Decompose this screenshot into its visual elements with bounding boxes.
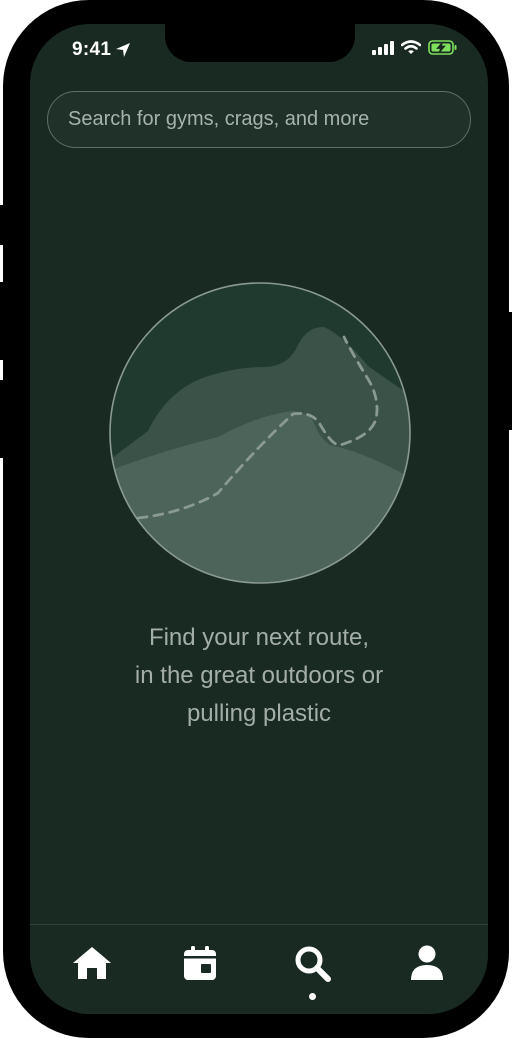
tab-home[interactable]	[65, 945, 119, 999]
phone-frame: 9:41 Search for gyms, crags, and more Fi…	[3, 0, 509, 1038]
profile-icon	[411, 945, 443, 980]
tab-profile[interactable]	[400, 945, 454, 999]
signal-icon	[372, 40, 394, 55]
status-icons	[372, 40, 458, 55]
message-line-3: pulling plastic	[186, 700, 332, 727]
tab-calendar[interactable]	[173, 945, 227, 999]
search-input[interactable]	[48, 92, 470, 147]
status-time: 9:41	[72, 39, 131, 61]
search-icon	[295, 946, 331, 982]
battery-charging-icon	[428, 40, 457, 55]
screen: 9:41 Search for gyms, crags, and more Fi…	[30, 24, 488, 1014]
mountain-route-illustration	[109, 282, 411, 584]
message-line-2: in the great outdoors or	[134, 662, 384, 689]
active-tab-indicator	[309, 993, 316, 1000]
home-icon	[73, 947, 111, 979]
message-line-1: Find your next route,	[148, 624, 370, 651]
location-arrow-icon	[116, 43, 131, 57]
tab-search[interactable]	[286, 945, 340, 999]
empty-state-message: Find your next route, in the great outdo…	[30, 619, 488, 733]
calendar-icon	[184, 946, 216, 980]
search-bar[interactable]	[47, 91, 471, 148]
tab-bar	[30, 924, 488, 1014]
notch	[165, 24, 355, 62]
status-time-text: 9:41	[72, 39, 112, 60]
wifi-icon	[401, 40, 421, 54]
